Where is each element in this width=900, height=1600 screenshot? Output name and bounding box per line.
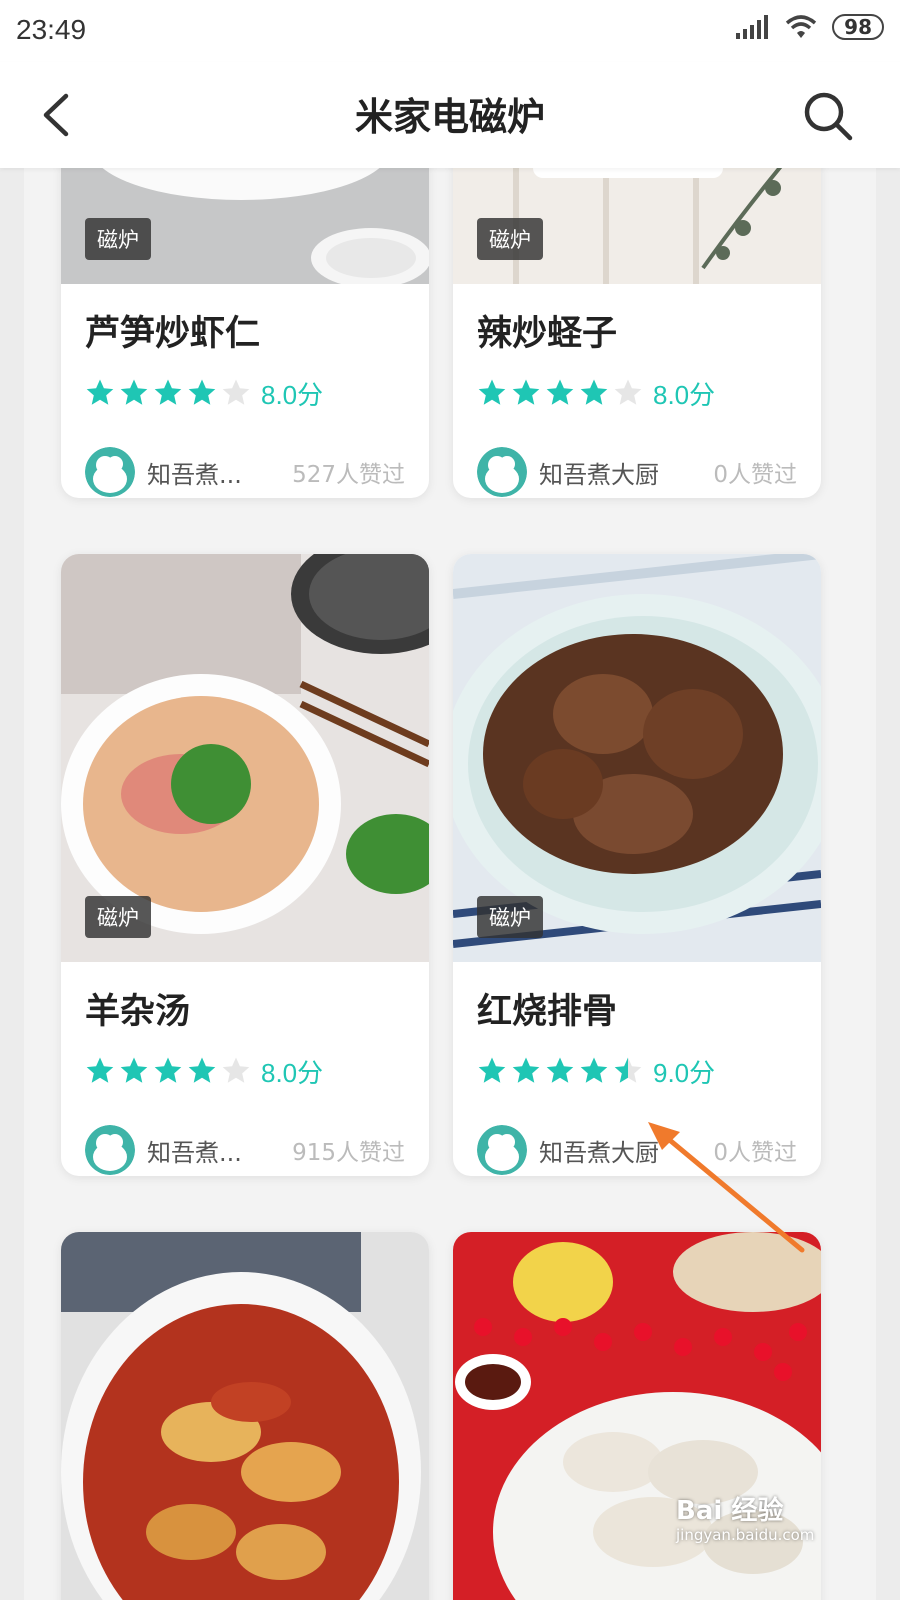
recipe-title: 红烧排骨 [477, 992, 618, 1032]
status-bar: 23:49 98 [0, 0, 900, 62]
recipe-meta: 知吾煮... 527人赞过 [85, 446, 405, 498]
watermark-url: jingyan.baidu.com [676, 1526, 815, 1544]
like-count: 527人赞过 [292, 462, 405, 488]
chef-avatar[interactable] [477, 1125, 527, 1175]
rating-score: 8.0分 [261, 379, 324, 410]
recipe-card[interactable] [61, 1232, 429, 1600]
recipe-image: 磁炉 [61, 554, 429, 962]
status-time: 23:49 [16, 14, 87, 45]
star-icon [154, 1057, 182, 1083]
star-icon [512, 1057, 540, 1083]
category-tag: 磁炉 [85, 896, 151, 938]
chef-avatar[interactable] [477, 447, 527, 497]
recipe-title: 芦笋炒虾仁 [85, 314, 261, 354]
recipe-meta: 知吾煮... 915人赞过 [85, 1124, 405, 1176]
like-count: 915人赞过 [292, 1140, 405, 1166]
star-icon [188, 379, 216, 405]
author-name: 知吾煮... [147, 1138, 242, 1167]
star-icon [222, 379, 250, 405]
recipe-image: 磁炉 [453, 554, 821, 962]
recipe-card[interactable]: 磁炉 辣炒蛏子 8.0分 知吾煮大厨 0人赞过 [453, 168, 821, 498]
category-tag: 磁炉 [477, 896, 543, 938]
star-rating [477, 1056, 643, 1086]
chef-avatar[interactable] [85, 1125, 135, 1175]
rating-score: 9.0分 [653, 1057, 716, 1088]
search-button[interactable] [800, 88, 856, 144]
like-count: 0人赞过 [713, 462, 797, 488]
signal-icon [736, 15, 769, 39]
star-rating [477, 378, 643, 408]
chef-avatar[interactable] [85, 447, 135, 497]
recipe-image: 磁炉 [453, 168, 821, 284]
search-icon [804, 92, 853, 141]
star-icon [222, 1057, 250, 1083]
star-icon [478, 1057, 506, 1083]
status-icons: 98 [736, 14, 884, 40]
recipe-card[interactable]: 磁炉 红烧排骨 9.0分 知吾煮大厨 0人赞过 [453, 554, 821, 1176]
recipe-meta: 知吾煮大厨 0人赞过 [477, 446, 797, 498]
watermark-logo: Bai 经验 [676, 1496, 784, 1526]
star-icon [614, 379, 642, 405]
star-icon [188, 1057, 216, 1083]
header-bar: 米家电磁炉 [0, 62, 900, 168]
recipe-card[interactable]: 磁炉 羊杂汤 8.0分 知吾煮... 915人赞过 [61, 554, 429, 1176]
star-icon [120, 1057, 148, 1083]
star-icon [154, 379, 182, 405]
rating-row: 8.0分 [477, 376, 797, 410]
battery-indicator: 98 [832, 14, 884, 40]
rating-score: 8.0分 [653, 379, 716, 410]
star-icon [120, 379, 148, 405]
like-count: 0人赞过 [713, 1140, 797, 1166]
star-icon [546, 1057, 574, 1083]
star-icon [512, 379, 540, 405]
recipe-title: 羊杂汤 [85, 992, 191, 1032]
rating-row: 9.0分 [477, 1054, 797, 1088]
star-icon [478, 379, 506, 405]
recipe-image: 磁炉 [61, 168, 429, 284]
star-icon [86, 1057, 114, 1083]
recipe-card[interactable]: 磁炉 芦笋炒虾仁 8.0分 知吾煮... 527人赞过 [61, 168, 429, 498]
recipe-image [61, 1232, 429, 1600]
star-rating [85, 378, 251, 408]
star-icon [86, 379, 114, 405]
star-rating [85, 1056, 251, 1086]
recipe-image [453, 1232, 821, 1600]
rating-score: 8.0分 [261, 1057, 324, 1088]
author-name: 知吾煮大厨 [539, 1138, 659, 1167]
recipe-list[interactable]: 磁炉 芦笋炒虾仁 8.0分 知吾煮... 527人赞过 磁炉 辣炒蛏子 8.0分… [24, 168, 876, 1600]
star-icon [580, 1057, 608, 1083]
rating-row: 8.0分 [85, 376, 405, 410]
author-name: 知吾煮大厨 [539, 460, 659, 489]
star-icon [546, 379, 574, 405]
author-name: 知吾煮... [147, 460, 242, 489]
category-tag: 磁炉 [477, 218, 543, 260]
recipe-title: 辣炒蛏子 [477, 314, 618, 354]
star-icon [614, 1057, 642, 1083]
recipe-card[interactable] [453, 1232, 821, 1600]
rating-row: 8.0分 [85, 1054, 405, 1088]
category-tag: 磁炉 [85, 218, 151, 260]
star-icon [580, 379, 608, 405]
page-title: 米家电磁炉 [354, 95, 545, 139]
recipe-meta: 知吾煮大厨 0人赞过 [477, 1124, 797, 1176]
wifi-icon [786, 15, 817, 38]
